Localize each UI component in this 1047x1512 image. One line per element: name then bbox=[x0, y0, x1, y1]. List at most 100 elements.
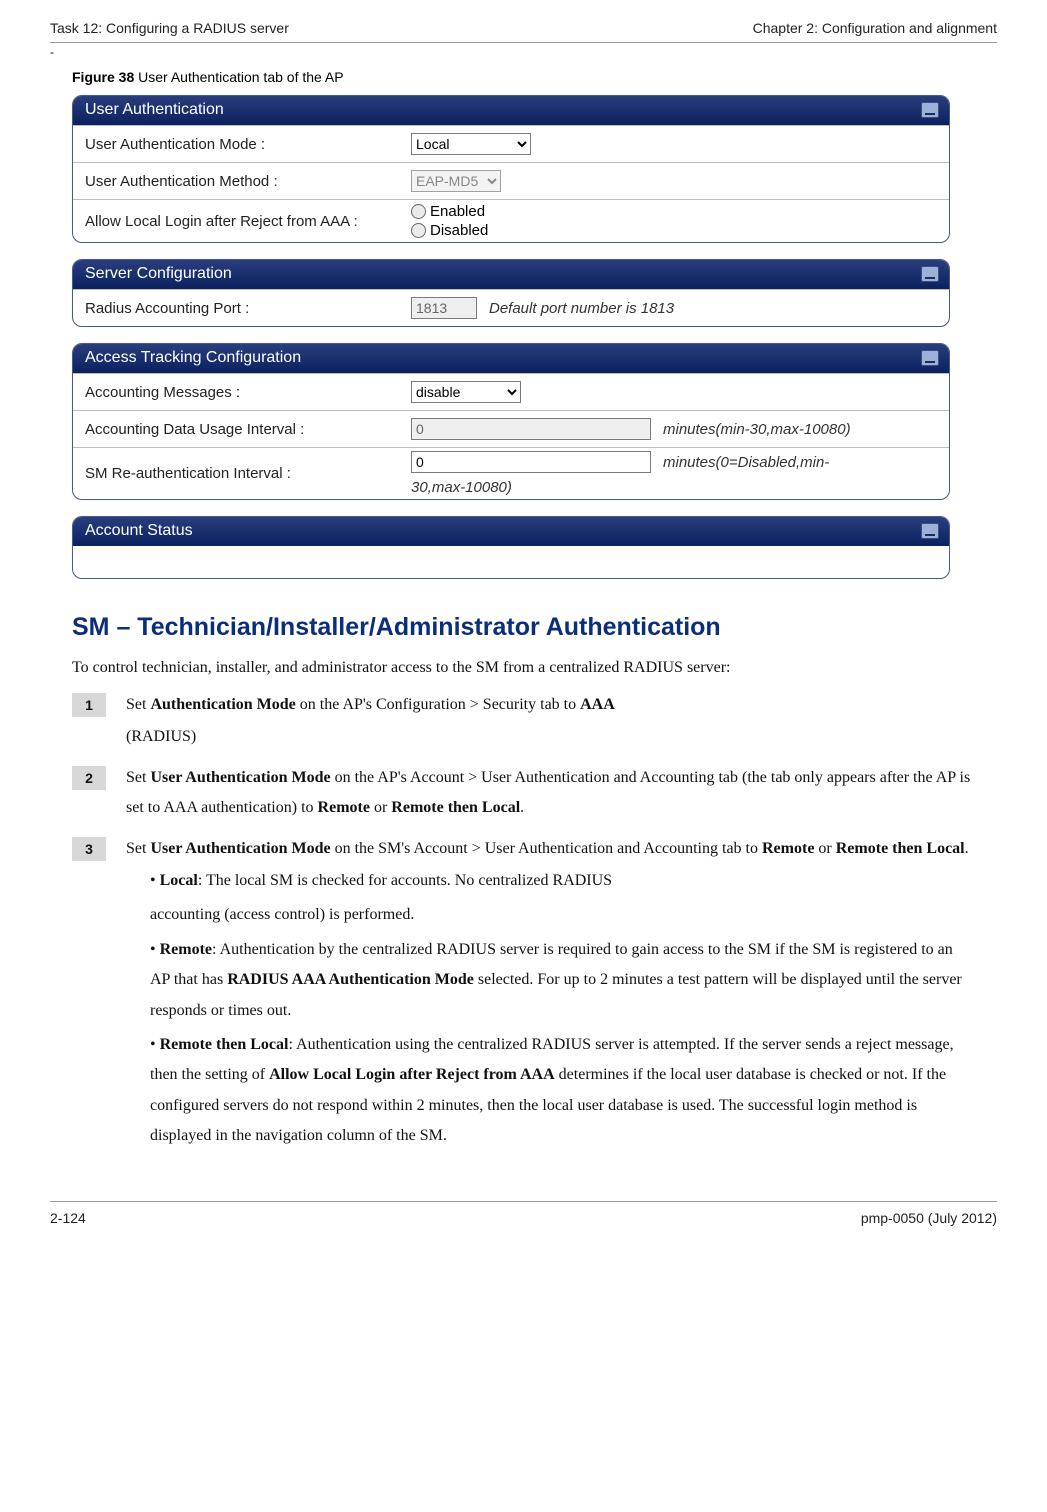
hint-line2: 30,max-10080) bbox=[411, 479, 949, 496]
row-accounting-messages: Accounting Messages : disable bbox=[73, 373, 949, 410]
steps-list: 1 Set Authentication Mode on the AP's Co… bbox=[72, 690, 975, 1155]
panel-header: Access Tracking Configuration bbox=[73, 344, 949, 373]
dash: - bbox=[50, 45, 997, 59]
minimize-icon[interactable] bbox=[921, 523, 939, 539]
panel-user-authentication: User Authentication User Authentication … bbox=[72, 95, 950, 243]
user-auth-mode-select[interactable]: Local bbox=[411, 133, 531, 155]
panel-body-empty bbox=[73, 546, 949, 578]
panel-header: Server Configuration bbox=[73, 260, 949, 289]
step-3: 3 Set User Authentication Mode on the SM… bbox=[72, 834, 975, 1156]
panel-title: Account Status bbox=[85, 522, 193, 540]
radio-icon bbox=[411, 223, 426, 238]
label: Radius Accounting Port : bbox=[85, 300, 411, 317]
step-number: 2 bbox=[72, 766, 106, 790]
t: User Authentication Mode bbox=[150, 840, 330, 857]
panel-account-status: Account Status bbox=[72, 516, 950, 579]
minimize-icon[interactable] bbox=[921, 350, 939, 366]
step-number: 1 bbox=[72, 693, 106, 717]
t: (RADIUS) bbox=[126, 722, 975, 752]
t: • bbox=[150, 941, 160, 958]
row-reauth-interval: SM Re-authentication Interval : minutes(… bbox=[73, 447, 949, 499]
figure-ui: User Authentication User Authentication … bbox=[72, 95, 950, 579]
t: accounting (access control) is performed… bbox=[150, 900, 975, 930]
panel-title: Server Configuration bbox=[85, 265, 232, 283]
radio-icon bbox=[411, 204, 426, 219]
hint: minutes(0=Disabled,min- bbox=[663, 454, 829, 471]
t: Allow Local Login after Reject from AAA bbox=[269, 1066, 555, 1083]
step-1: 1 Set Authentication Mode on the AP's Co… bbox=[72, 690, 975, 755]
panel-access-tracking: Access Tracking Configuration Accounting… bbox=[72, 343, 950, 500]
t: on the SM's Account > User Authenticatio… bbox=[331, 840, 762, 857]
row-user-auth-mode: User Authentication Mode : Local bbox=[73, 125, 949, 162]
row-accounting-interval: Accounting Data Usage Interval : minutes… bbox=[73, 410, 949, 447]
minimize-icon[interactable] bbox=[921, 102, 939, 118]
t: . bbox=[965, 840, 969, 857]
header-left: Task 12: Configuring a RADIUS server bbox=[50, 20, 289, 36]
label: User Authentication Method : bbox=[85, 173, 411, 190]
label: Accounting Messages : bbox=[85, 384, 411, 401]
panel-title: Access Tracking Configuration bbox=[85, 349, 301, 367]
t: • bbox=[150, 872, 160, 889]
panel-server-configuration: Server Configuration Radius Accounting P… bbox=[72, 259, 950, 327]
row-radius-port: Radius Accounting Port : Default port nu… bbox=[73, 289, 949, 326]
bullets: • Local: The local SM is checked for acc… bbox=[150, 866, 975, 1152]
label: Allow Local Login after Reject from AAA … bbox=[85, 213, 411, 230]
accounting-messages-select[interactable]: disable bbox=[411, 381, 521, 403]
label: Accounting Data Usage Interval : bbox=[85, 421, 411, 438]
step-text: Set Authentication Mode on the AP's Conf… bbox=[126, 690, 975, 755]
page-footer: 2-124 pmp-0050 (July 2012) bbox=[50, 1201, 997, 1226]
figure-label: Figure 38 bbox=[72, 69, 134, 85]
footer-right: pmp-0050 (July 2012) bbox=[861, 1210, 997, 1226]
t: AAA bbox=[580, 696, 615, 713]
step-text: Set User Authentication Mode on the SM's… bbox=[126, 834, 975, 1156]
t: Set bbox=[126, 840, 150, 857]
radio-enabled[interactable]: Enabled bbox=[411, 203, 488, 220]
t: • bbox=[150, 1036, 160, 1053]
running-header: Task 12: Configuring a RADIUS server Cha… bbox=[50, 20, 997, 42]
header-rule bbox=[50, 42, 997, 43]
hint: Default port number is 1813 bbox=[489, 300, 674, 317]
t: Authentication Mode bbox=[150, 696, 295, 713]
t: . bbox=[520, 799, 524, 816]
panel-title: User Authentication bbox=[85, 101, 224, 119]
radio-disabled[interactable]: Disabled bbox=[411, 222, 488, 239]
t: Local bbox=[160, 872, 198, 889]
radio-label: Enabled bbox=[430, 203, 485, 220]
section-intro: To control technician, installer, and ad… bbox=[72, 652, 975, 684]
figure-text: User Authentication tab of the AP bbox=[134, 69, 343, 85]
step-2: 2 Set User Authentication Mode on the AP… bbox=[72, 763, 975, 826]
accounting-interval-input bbox=[411, 418, 651, 440]
t: Remote then Local bbox=[391, 799, 520, 816]
hint: minutes(min-30,max-10080) bbox=[663, 421, 851, 438]
t: Set bbox=[126, 696, 150, 713]
step-text: Set User Authentication Mode on the AP's… bbox=[126, 763, 975, 826]
label: SM Re-authentication Interval : bbox=[85, 465, 411, 482]
t: Remote bbox=[762, 840, 814, 857]
t: : The local SM is checked for accounts. … bbox=[198, 872, 612, 889]
step-number: 3 bbox=[72, 837, 106, 861]
label: User Authentication Mode : bbox=[85, 136, 411, 153]
user-auth-method-select: EAP-MD5 bbox=[411, 170, 501, 192]
radio-label: Disabled bbox=[430, 222, 488, 239]
t: Remote then Local bbox=[836, 840, 965, 857]
t: or bbox=[370, 799, 391, 816]
t: Remote bbox=[160, 941, 212, 958]
t: Set bbox=[126, 769, 150, 786]
panel-header: Account Status bbox=[73, 517, 949, 546]
figure-caption: Figure 38 User Authentication tab of the… bbox=[72, 69, 997, 85]
t: User Authentication Mode bbox=[150, 769, 330, 786]
t: RADIUS AAA Authentication Mode bbox=[227, 971, 474, 988]
t: Remote then Local bbox=[160, 1036, 289, 1053]
radius-port-input bbox=[411, 297, 477, 319]
t: or bbox=[814, 840, 835, 857]
row-allow-local-login: Allow Local Login after Reject from AAA … bbox=[73, 199, 949, 242]
t: Remote bbox=[318, 799, 370, 816]
minimize-icon[interactable] bbox=[921, 266, 939, 282]
t: on the AP's Configuration > Security tab… bbox=[296, 696, 580, 713]
footer-left: 2-124 bbox=[50, 1210, 86, 1226]
reauth-interval-input[interactable] bbox=[411, 451, 651, 473]
panel-header: User Authentication bbox=[73, 96, 949, 125]
section-heading: SM – Technician/Installer/Administrator … bbox=[72, 613, 997, 642]
row-user-auth-method: User Authentication Method : EAP-MD5 bbox=[73, 162, 949, 199]
header-right: Chapter 2: Configuration and alignment bbox=[753, 20, 997, 36]
